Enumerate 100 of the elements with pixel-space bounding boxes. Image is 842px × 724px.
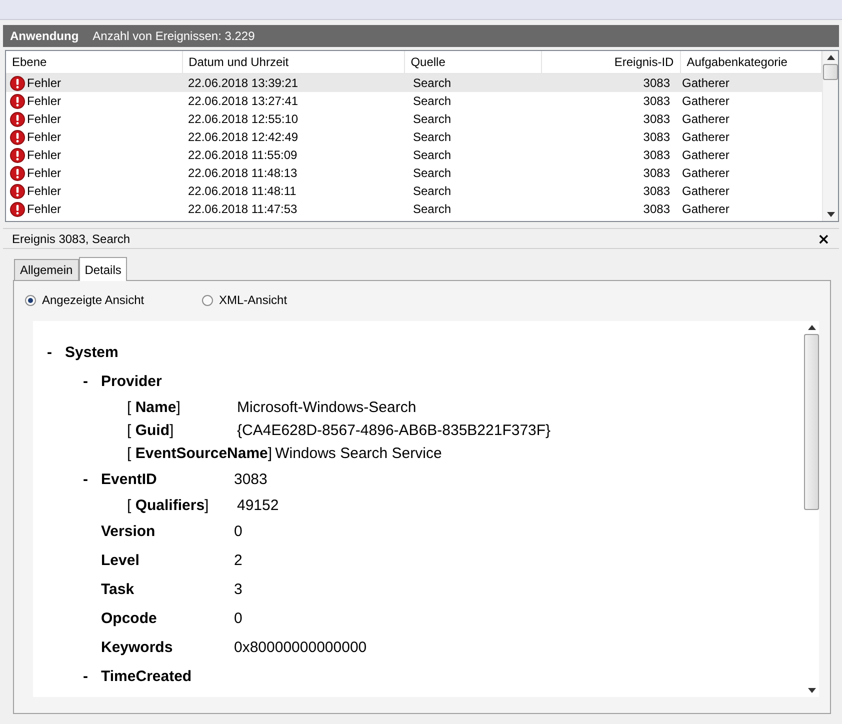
element-name: Task [101, 581, 134, 598]
event-row[interactable]: Fehler 22.06.2018 13:27:41 Search 3083 Gatherer [6, 92, 822, 110]
element-name: System [65, 344, 118, 361]
expander-toggle[interactable]: - [83, 668, 88, 685]
table-cell: Gatherer [682, 76, 730, 90]
table-cell: Gatherer [682, 112, 730, 126]
element-value: 3 [234, 581, 242, 598]
table-cell: Gatherer [682, 130, 730, 144]
expander-toggle[interactable]: - [83, 373, 88, 390]
event-row[interactable]: Fehler 22.06.2018 11:48:11 Search 3083 Gatherer [6, 182, 822, 200]
table-cell: 3083 [643, 148, 670, 162]
element-name: TimeCreated [101, 668, 192, 685]
table-cell: 22.06.2018 11:47:53 [188, 202, 298, 216]
scroll-up-icon[interactable] [808, 325, 816, 330]
event-row[interactable]: Fehler 22.06.2018 11:48:13 Search 3083 Gatherer [6, 164, 822, 182]
error-icon [10, 184, 25, 198]
error-icon [10, 112, 25, 126]
close-button[interactable]: × [815, 230, 832, 248]
event-row[interactable]: Fehler 22.06.2018 12:42:49 Search 3083 Gatherer [6, 128, 822, 146]
element-value: 2 [234, 552, 242, 569]
table-cell: 3083 [643, 94, 670, 108]
level-text: Fehler [27, 94, 62, 108]
level-text: Fehler [27, 76, 62, 90]
table-cell: Gatherer [682, 94, 730, 108]
log-title: Anwendung [10, 29, 79, 43]
table-cell: Search [413, 148, 452, 162]
view-radio[interactable]: Angezeigte Ansicht [25, 293, 202, 307]
level-text: Fehler [27, 202, 62, 216]
expander-toggle[interactable]: - [83, 471, 88, 488]
table-cell: 3083 [643, 76, 670, 90]
element-value: 0 [234, 523, 242, 540]
table-cell: Gatherer [682, 148, 730, 162]
level-text: Fehler [27, 184, 62, 198]
table-cell: Search [413, 112, 452, 126]
table-cell: 22.06.2018 13:27:41 [188, 94, 298, 108]
table-cell: 22.06.2018 11:48:13 [188, 166, 298, 180]
column-header[interactable]: Ebene [6, 51, 183, 73]
table-cell: 22.06.2018 11:48:11 [188, 184, 296, 198]
table-cell: 22.06.2018 13:39:21 [188, 76, 298, 90]
scroll-thumb[interactable] [804, 334, 819, 510]
table-cell: 22.06.2018 12:42:49 [188, 130, 298, 144]
attribute-name: [ Guid] [127, 422, 174, 439]
table-cell: Search [413, 94, 452, 108]
table-cell: Gatherer [682, 184, 730, 198]
scroll-thumb[interactable] [823, 64, 838, 80]
expander-toggle[interactable]: - [47, 344, 52, 361]
attribute-value: 49152 [237, 497, 279, 514]
table-cell: Search [413, 202, 452, 216]
table-cell: Gatherer [682, 166, 730, 180]
table-cell: 22.06.2018 11:55:09 [188, 148, 298, 162]
attribute-name: [ Qualifiers] [127, 497, 209, 514]
element-value: 3083 [234, 471, 268, 488]
table-cell: Search [413, 166, 452, 180]
error-icon [10, 76, 25, 90]
event-count: Anzahl von Ereignissen: 3.229 [92, 29, 255, 43]
level-text: Fehler [27, 148, 62, 162]
error-icon [10, 94, 25, 108]
attribute-value: Windows Search Service [275, 445, 442, 462]
table-cell: 3083 [643, 112, 670, 126]
column-header[interactable]: Datum und Uhrzeit [182, 51, 405, 73]
table-cell: Search [413, 76, 452, 90]
radio-icon[interactable] [202, 294, 213, 306]
scroll-up-icon[interactable] [826, 55, 834, 60]
level-text: Fehler [27, 166, 62, 180]
scroll-down-icon[interactable] [808, 688, 816, 693]
error-icon [10, 202, 25, 216]
level-text: Fehler [27, 112, 62, 126]
scrollbar[interactable] [822, 51, 838, 221]
element-name: Provider [101, 373, 162, 390]
element-name: Keywords [101, 639, 173, 656]
event-row[interactable]: Fehler 22.06.2018 11:47:53 Search 3083 Gatherer [6, 200, 822, 218]
table-cell: Gatherer [682, 202, 730, 216]
table-cell: 3083 [643, 166, 670, 180]
table-cell: 3083 [643, 130, 670, 144]
attribute-value: Microsoft-Windows-Search [237, 399, 416, 416]
element-name: EventID [101, 471, 157, 488]
radio-icon[interactable] [25, 294, 36, 306]
details-title: Ereignis 3083, Search [12, 232, 130, 246]
tab[interactable]: Details [78, 257, 128, 281]
event-row[interactable]: Fehler 22.06.2018 13:39:21 Search 3083 Gatherer [6, 74, 822, 92]
attribute-name: [ EventSourceName] [127, 445, 272, 462]
event-row[interactable]: Fehler 22.06.2018 11:55:09 Search 3083 Gatherer [6, 146, 822, 164]
error-icon [10, 130, 25, 144]
column-header[interactable]: Quelle [404, 51, 542, 73]
table-cell: Search [413, 184, 452, 198]
element-name: Level [101, 552, 140, 569]
table-cell: 3083 [643, 202, 670, 216]
table-cell: 3083 [643, 184, 670, 198]
element-value: 0x80000000000000 [234, 639, 367, 656]
scroll-down-icon[interactable] [826, 212, 834, 217]
view-radio[interactable]: XML-Ansicht [202, 293, 379, 307]
level-text: Fehler [27, 130, 62, 144]
element-name: Version [101, 523, 156, 540]
table-cell: 22.06.2018 12:55:10 [188, 112, 298, 126]
column-header[interactable]: Ereignis-ID [542, 51, 681, 73]
table-cell: Search [413, 130, 452, 144]
error-icon [10, 148, 25, 162]
error-icon [10, 166, 25, 180]
event-row[interactable]: Fehler 22.06.2018 12:55:10 Search 3083 Gatherer [6, 110, 822, 128]
tab[interactable]: Allgemein [14, 259, 79, 280]
